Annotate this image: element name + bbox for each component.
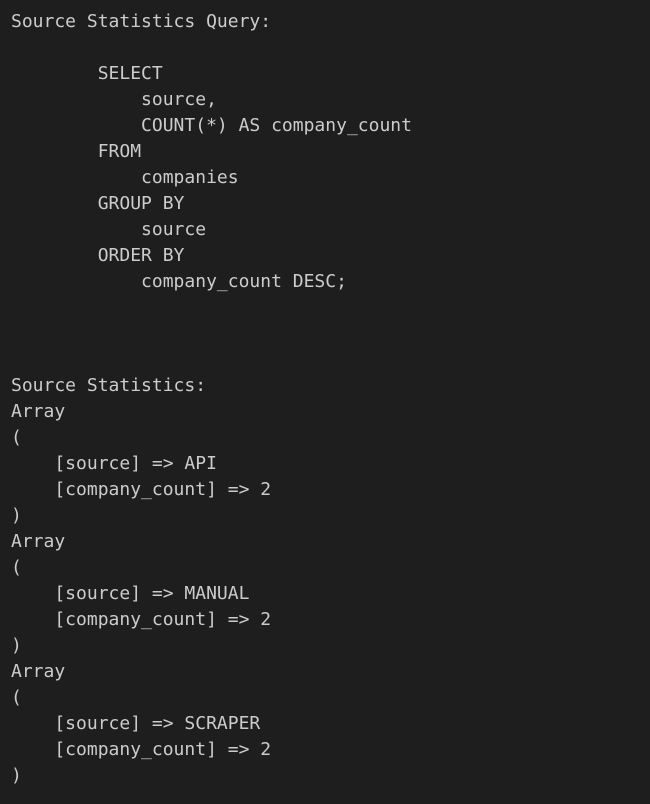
array-count-entry: [company_count] => 2 bbox=[11, 739, 272, 760]
array-close-paren: ) bbox=[11, 765, 22, 786]
query-heading: Source Statistics Query: bbox=[11, 11, 272, 32]
results-heading: Source Statistics: bbox=[11, 375, 207, 396]
array-source-entry: [source] => SCRAPER bbox=[11, 713, 261, 734]
array-source-entry: [source] => API bbox=[11, 453, 217, 474]
sql-group-by-keyword: GROUP BY bbox=[11, 193, 185, 214]
sql-group-by-column: source bbox=[11, 219, 207, 240]
array-open-paren: ( bbox=[11, 557, 22, 578]
array-source-entry: [source] => MANUAL bbox=[11, 583, 250, 604]
array-label: Array bbox=[11, 401, 66, 422]
sql-from-keyword: FROM bbox=[11, 141, 142, 162]
array-count-entry: [company_count] => 2 bbox=[11, 609, 272, 630]
array-close-paren: ) bbox=[11, 635, 22, 656]
console-output: Source Statistics Query: SELECT source, … bbox=[0, 0, 650, 804]
array-label: Array bbox=[11, 661, 66, 682]
sql-select-keyword: SELECT bbox=[11, 63, 163, 84]
array-count-entry: [company_count] => 2 bbox=[11, 479, 272, 500]
sql-table-name: companies bbox=[11, 167, 239, 188]
sql-count-expression: COUNT(*) AS company_count bbox=[11, 115, 412, 136]
sql-source-column: source, bbox=[11, 89, 217, 110]
array-close-paren: ) bbox=[11, 505, 22, 526]
sql-order-by-column: company_count DESC; bbox=[11, 271, 347, 292]
array-label: Array bbox=[11, 531, 66, 552]
array-open-paren: ( bbox=[11, 687, 22, 708]
sql-order-by-keyword: ORDER BY bbox=[11, 245, 185, 266]
array-open-paren: ( bbox=[11, 427, 22, 448]
